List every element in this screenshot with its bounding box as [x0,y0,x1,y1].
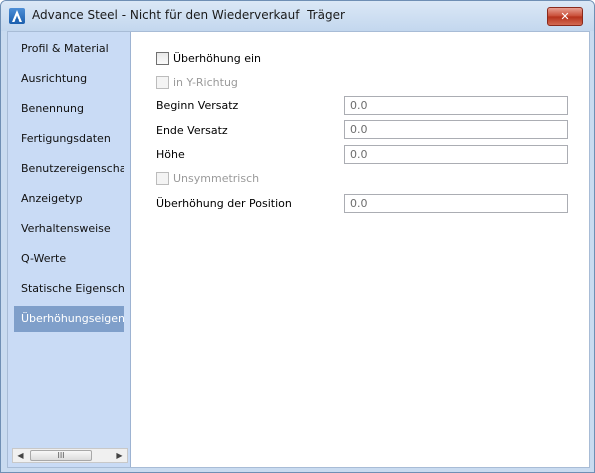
sidebar-item-ausrichtung[interactable]: Ausrichtung [14,66,124,92]
sidebar-item-statische-eigenschaften[interactable]: Statische Eigensch... [14,276,124,302]
end-offset-label: Ende Versatz [156,124,228,137]
category-sidebar: Profil & Material Ausrichtung Benennung … [8,32,131,467]
sidebar-horizontal-scrollbar[interactable]: ◀ III ▶ [12,448,128,463]
sidebar-item-benennung[interactable]: Benennung [14,96,124,122]
camber-enable-label[interactable]: Überhöhung ein [173,52,261,65]
sidebar-item-anzeigetyp[interactable]: Anzeigetyp [14,186,124,212]
window-title: Advance Steel - Nicht für den Wiederverk… [32,8,345,22]
close-button[interactable]: ✕ [547,7,583,26]
y-direction-label: in Y-Richtug [173,76,238,89]
scrollbar-thumb[interactable]: III [30,450,92,461]
advance-steel-logo-icon [9,8,25,24]
asymmetric-label: Unsymmetrisch [173,172,260,185]
camber-position-label: Überhöhung der Position [156,197,292,210]
camber-position-field[interactable]: 0.0 [344,194,568,213]
sidebar-item-fertigungsdaten[interactable]: Fertigungsdaten [14,126,124,152]
camber-properties-panel: Überhöhung ein in Y-Richtug Beginn Versa… [131,32,589,467]
sidebar-item-ueberhoehungseigenschaften[interactable]: Überhöhungseigen... [14,306,124,332]
sidebar-item-q-werte[interactable]: Q-Werte [14,246,124,272]
camber-enable-checkbox[interactable] [156,52,169,65]
scroll-right-icon[interactable]: ▶ [112,449,127,462]
title-bar[interactable]: Advance Steel - Nicht für den Wiederverk… [1,1,594,31]
end-offset-field[interactable]: 0.0 [344,120,568,139]
y-direction-checkbox [156,76,169,89]
sidebar-item-verhaltensweise[interactable]: Verhaltensweise [14,216,124,242]
height-field[interactable]: 0.0 [344,145,568,164]
sidebar-item-profil-material[interactable]: Profil & Material [14,36,124,62]
start-offset-field[interactable]: 0.0 [344,96,568,115]
close-icon: ✕ [560,10,570,23]
dialog-client: Profil & Material Ausrichtung Benennung … [7,31,590,468]
sidebar-item-benutzereigenschaften[interactable]: Benutzereigenscha... [14,156,124,182]
start-offset-label: Beginn Versatz [156,99,239,112]
asymmetric-checkbox [156,172,169,185]
scroll-left-icon[interactable]: ◀ [13,449,28,462]
height-label: Höhe [156,148,185,161]
dialog-window: Advance Steel - Nicht für den Wiederverk… [0,0,595,473]
